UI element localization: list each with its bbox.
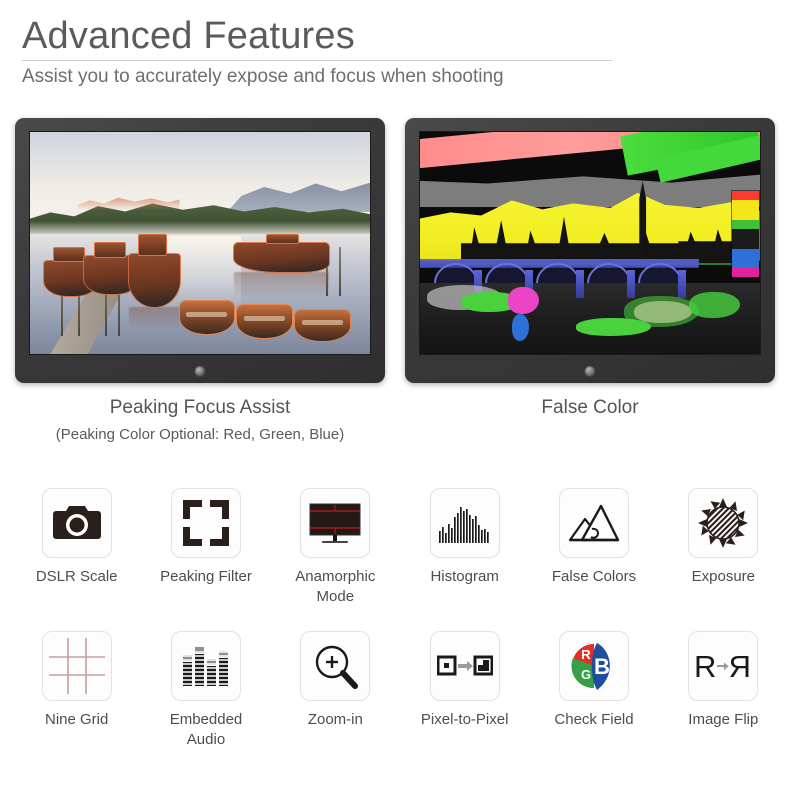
feature-item-peaking-filter[interactable]: Peaking Filter bbox=[141, 488, 270, 607]
mirror-r-icon: R R bbox=[694, 649, 751, 683]
feature-tile[interactable]: R G B bbox=[558, 631, 629, 701]
magnifier-plus-icon bbox=[316, 645, 359, 689]
feature-label: Peaking Filter bbox=[160, 568, 252, 585]
caption-peaking-focus-assist: Peaking Focus Assist (Peaking Color Opti… bbox=[15, 396, 385, 445]
power-indicator-icon bbox=[584, 366, 596, 377]
feature-item-dslr-scale[interactable]: DSLR Scale bbox=[12, 488, 141, 607]
check-field-letter-g: G bbox=[581, 667, 591, 682]
feature-item-check-field[interactable]: R G B Check Field bbox=[529, 631, 658, 750]
feature-item-false-colors[interactable]: False Colors bbox=[529, 488, 658, 607]
feature-tile[interactable] bbox=[170, 631, 241, 701]
feature-icon-grid: DSLR Scale Peaking Filter Anamorphic Mod… bbox=[12, 488, 788, 750]
monitor-peaking-focus-assist bbox=[15, 118, 385, 383]
title-divider bbox=[22, 60, 612, 61]
lake-scene-image bbox=[30, 132, 370, 354]
caption-title: False Color bbox=[541, 397, 639, 418]
feature-item-zoom-in[interactable]: Zoom-in bbox=[271, 631, 400, 750]
feature-item-embedded-audio[interactable]: Embedded Audio bbox=[141, 631, 270, 750]
feature-tile[interactable] bbox=[300, 631, 371, 701]
screen-peaking bbox=[29, 131, 371, 355]
feature-tile[interactable] bbox=[429, 631, 500, 701]
mountain-icon bbox=[568, 504, 620, 542]
caption-title: Peaking Focus Assist bbox=[109, 397, 291, 418]
feature-item-histogram[interactable]: Histogram bbox=[400, 488, 529, 607]
feature-label: Image Flip bbox=[688, 711, 759, 728]
feature-item-anamorphic-mode[interactable]: Anamorphic Mode bbox=[271, 488, 400, 607]
monitor-guidelines-icon bbox=[309, 503, 361, 543]
page-subtitle: Assist you to accurately expose and focu… bbox=[22, 66, 504, 87]
false-color-scene-image bbox=[420, 132, 760, 354]
monitor-false-color bbox=[405, 118, 775, 383]
power-indicator-icon bbox=[194, 366, 206, 377]
feature-page: Advanced Features Assist you to accurate… bbox=[0, 0, 800, 800]
feature-item-image-flip[interactable]: R R Image Flip bbox=[659, 631, 788, 750]
caption-false-color: False Color bbox=[405, 396, 775, 420]
screen-false-color bbox=[419, 131, 761, 355]
rgb-pie-icon: R G B bbox=[571, 643, 610, 690]
focus-brackets-icon bbox=[182, 500, 229, 546]
feature-tile[interactable] bbox=[41, 631, 112, 701]
feature-tile[interactable] bbox=[558, 488, 629, 558]
feature-label: Nine Grid bbox=[44, 711, 109, 728]
caption-subtitle: (Peaking Color Optional: Red, Green, Blu… bbox=[55, 426, 345, 443]
histogram-icon bbox=[438, 507, 489, 543]
feature-tile[interactable] bbox=[429, 488, 500, 558]
sun-icon bbox=[698, 498, 749, 548]
feature-label: DSLR Scale bbox=[35, 568, 118, 585]
page-header: Advanced Features Assist you to accurate… bbox=[22, 14, 622, 90]
feature-label: Anamorphic Mode bbox=[295, 568, 376, 605]
check-field-letter-b: B bbox=[594, 654, 610, 679]
false-color-scale-legend bbox=[731, 189, 760, 279]
feature-label: Histogram bbox=[430, 568, 499, 585]
feature-tile[interactable] bbox=[41, 488, 112, 558]
feature-label: Zoom-in bbox=[307, 711, 363, 728]
feature-tile[interactable]: R R bbox=[688, 631, 759, 701]
page-title: Advanced Features bbox=[22, 15, 355, 57]
feature-label: Pixel-to-Pixel bbox=[420, 711, 509, 728]
image-flip-letter-normal: R bbox=[694, 649, 716, 683]
image-flip-letter-mirrored: R bbox=[729, 649, 751, 683]
check-field-letter-r: R bbox=[581, 647, 591, 662]
camera-icon bbox=[52, 506, 101, 539]
feature-tile[interactable] bbox=[300, 488, 371, 558]
feature-label: False Colors bbox=[551, 568, 637, 585]
audio-levels-icon bbox=[180, 647, 231, 686]
nine-grid-icon bbox=[48, 638, 105, 694]
pixel-arrow-icon bbox=[436, 655, 493, 676]
feature-label: Check Field bbox=[554, 711, 634, 728]
feature-tile[interactable] bbox=[688, 488, 759, 558]
feature-label: Embedded Audio bbox=[169, 711, 243, 748]
feature-item-exposure[interactable]: Exposure bbox=[659, 488, 788, 607]
feature-item-pixel-to-pixel[interactable]: Pixel-to-Pixel bbox=[400, 631, 529, 750]
feature-tile[interactable] bbox=[170, 488, 241, 558]
feature-item-nine-grid[interactable]: Nine Grid bbox=[12, 631, 141, 750]
feature-label: Exposure bbox=[691, 568, 755, 585]
